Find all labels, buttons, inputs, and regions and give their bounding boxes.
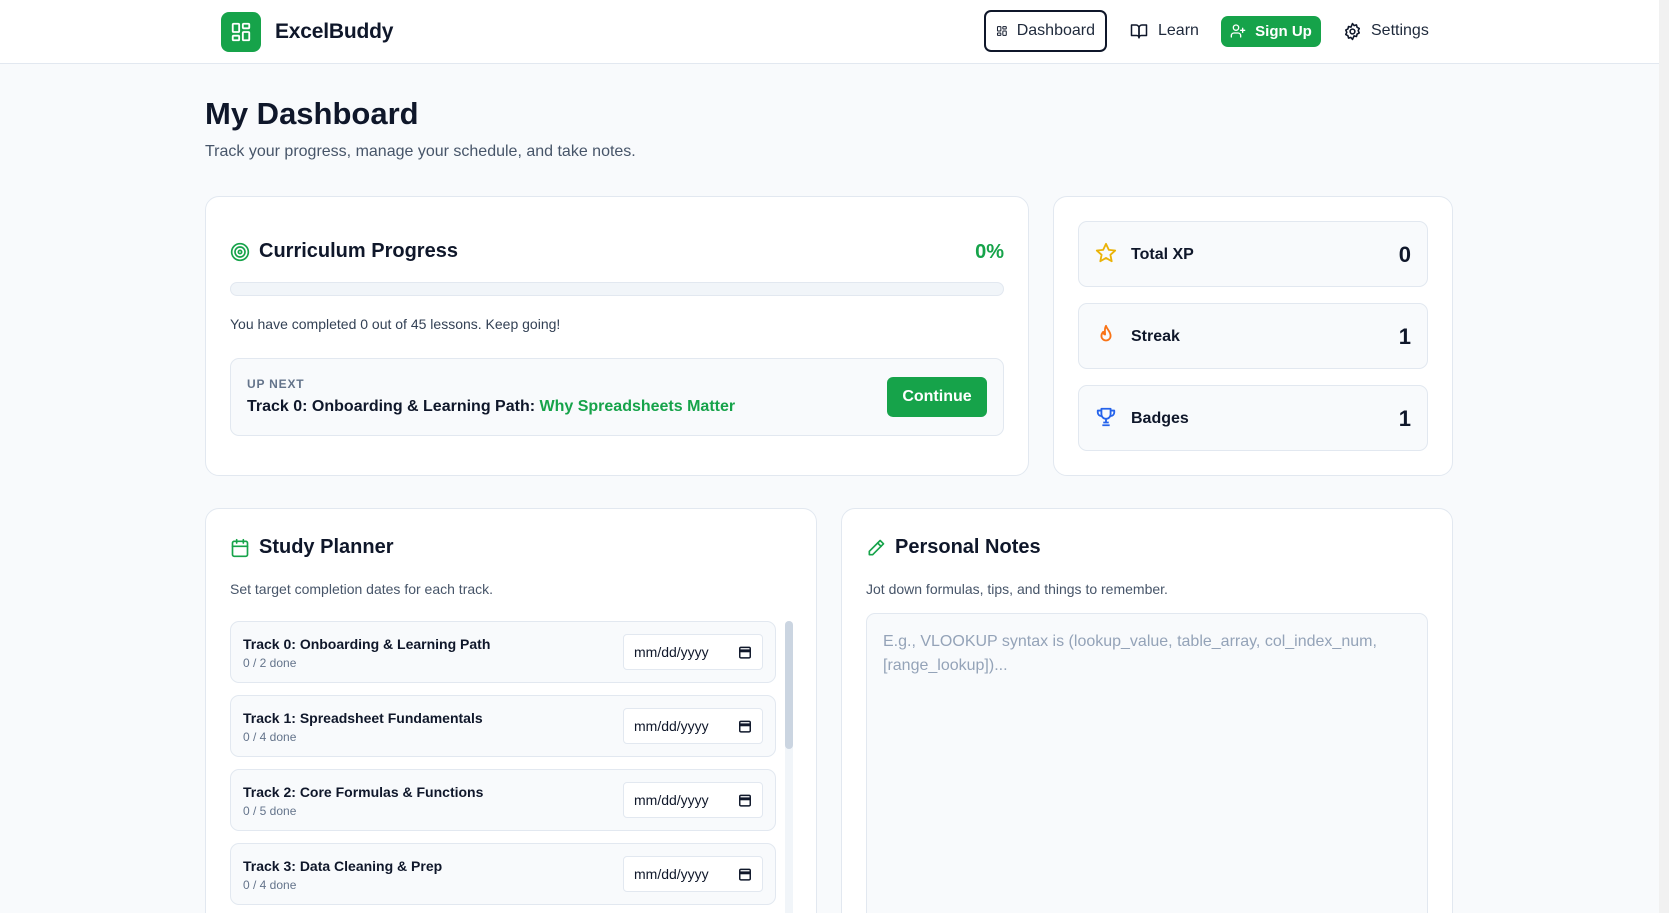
stats-card: Total XP 0 Streak 1 Badges 1 bbox=[1053, 196, 1453, 476]
stat-label: Streak bbox=[1131, 328, 1180, 345]
date-placeholder: mm/dd/yyyy bbox=[634, 792, 709, 808]
main-nav: Dashboard Learn Sign Up Settings bbox=[984, 10, 1439, 52]
stat-value: 1 bbox=[1398, 406, 1411, 431]
trophy-icon bbox=[1096, 407, 1116, 427]
up-next-lesson: Track 0: Onboarding & Learning Path: Why… bbox=[247, 398, 735, 416]
up-next-label: UP NEXT bbox=[247, 377, 305, 391]
curriculum-progress-card: Curriculum Progress 0% You have complete… bbox=[205, 196, 1029, 476]
progress-summary: You have completed 0 out of 45 lessons. … bbox=[230, 316, 561, 332]
nav-dashboard[interactable]: Dashboard bbox=[984, 10, 1107, 52]
date-placeholder: mm/dd/yyyy bbox=[634, 866, 709, 882]
track-done-count: 0 / 4 done bbox=[243, 878, 297, 892]
pencil-icon bbox=[868, 539, 885, 555]
calendar-icon[interactable] bbox=[738, 719, 752, 733]
notes-placeholder: E.g., VLOOKUP syntax is (lookup_value, t… bbox=[883, 633, 1377, 674]
flame-icon bbox=[1100, 324, 1112, 342]
up-next-lesson-title[interactable]: Why Spreadsheets Matter bbox=[540, 398, 736, 415]
track-done-count: 0 / 5 done bbox=[243, 804, 297, 818]
scrollbar-thumb[interactable] bbox=[785, 621, 793, 749]
track-done-count: 0 / 4 done bbox=[243, 730, 297, 744]
progress-bar bbox=[230, 282, 1004, 296]
progress-title-text: Curriculum Progress bbox=[259, 240, 458, 262]
gear-icon bbox=[1344, 22, 1361, 40]
target-date-input[interactable]: mm/dd/yyyy bbox=[623, 782, 763, 818]
up-next-panel: UP NEXT Track 0: Onboarding & Learning P… bbox=[230, 358, 1004, 436]
stat-label: Total XP bbox=[1131, 246, 1194, 263]
top-navbar: ExcelBuddy Dashboard Learn Sign Up Setti… bbox=[0, 0, 1669, 64]
continue-button[interactable]: Continue bbox=[887, 377, 987, 417]
track-name: Track 2: Core Formulas & Functions bbox=[243, 784, 484, 800]
target-date-input[interactable]: mm/dd/yyyy bbox=[623, 856, 763, 892]
track-row: Track 2: Core Formulas & Functions 0 / 5… bbox=[230, 769, 776, 831]
up-next-track: Track 0: Onboarding & Learning Path: bbox=[247, 398, 536, 415]
curriculum-progress-title: Curriculum Progress bbox=[230, 240, 458, 263]
signup-button[interactable]: Sign Up bbox=[1221, 15, 1321, 47]
brand[interactable]: ExcelBuddy bbox=[221, 12, 393, 52]
layout-grid-icon bbox=[221, 12, 261, 52]
track-row: Track 3: Data Cleaning & Prep 0 / 4 done… bbox=[230, 843, 776, 905]
calendar-icon bbox=[231, 538, 249, 557]
study-planner-description: Set target completion dates for each tra… bbox=[230, 581, 494, 597]
page-title: My Dashboard bbox=[205, 96, 419, 131]
stat-total-xp: Total XP 0 bbox=[1078, 221, 1428, 287]
personal-notes-title-text: Personal Notes bbox=[895, 536, 1041, 558]
user-plus-icon bbox=[1230, 24, 1246, 38]
target-icon bbox=[230, 242, 250, 261]
page-scrollbar[interactable] bbox=[1659, 0, 1669, 913]
layout-dashboard-icon bbox=[996, 26, 1007, 36]
calendar-icon[interactable] bbox=[738, 793, 752, 807]
book-open-icon bbox=[1130, 24, 1148, 39]
star-icon bbox=[1095, 242, 1117, 263]
track-name: Track 3: Data Cleaning & Prep bbox=[243, 858, 443, 874]
track-row: Track 0: Onboarding & Learning Path 0 / … bbox=[230, 621, 776, 683]
study-planner-title: Study Planner bbox=[230, 536, 393, 559]
stat-label: Badges bbox=[1131, 410, 1189, 427]
stat-value: 1 bbox=[1398, 324, 1411, 349]
study-planner-title-text: Study Planner bbox=[259, 536, 394, 558]
track-name: Track 1: Spreadsheet Fundamentals bbox=[243, 710, 483, 726]
nav-settings[interactable]: Settings bbox=[1333, 10, 1439, 52]
stat-value: 0 bbox=[1398, 242, 1411, 267]
nav-settings-label: Settings bbox=[1371, 22, 1429, 39]
stat-streak: Streak 1 bbox=[1078, 303, 1428, 369]
study-planner-card: Study Planner Set target completion date… bbox=[205, 508, 817, 913]
brand-name: ExcelBuddy bbox=[275, 20, 394, 43]
date-placeholder: mm/dd/yyyy bbox=[634, 644, 709, 660]
notes-textarea[interactable]: E.g., VLOOKUP syntax is (lookup_value, t… bbox=[866, 613, 1428, 913]
track-done-count: 0 / 2 done bbox=[243, 656, 297, 670]
personal-notes-description: Jot down formulas, tips, and things to r… bbox=[866, 581, 1168, 597]
page-subtitle: Track your progress, manage your schedul… bbox=[205, 143, 636, 160]
personal-notes-title: Personal Notes bbox=[866, 536, 1041, 559]
personal-notes-card: Personal Notes Jot down formulas, tips, … bbox=[841, 508, 1453, 913]
calendar-icon[interactable] bbox=[738, 867, 752, 881]
track-row: Track 1: Spreadsheet Fundamentals 0 / 4 … bbox=[230, 695, 776, 757]
calendar-icon[interactable] bbox=[738, 645, 752, 659]
date-placeholder: mm/dd/yyyy bbox=[634, 718, 709, 734]
progress-percent: 0% bbox=[975, 241, 1004, 263]
signup-label: Sign Up bbox=[1255, 22, 1312, 40]
stat-badges: Badges 1 bbox=[1078, 385, 1428, 451]
nav-learn-label: Learn bbox=[1158, 22, 1199, 39]
track-list-scrollbar[interactable] bbox=[785, 621, 793, 913]
nav-dashboard-label: Dashboard bbox=[1016, 22, 1095, 39]
track-name: Track 0: Onboarding & Learning Path bbox=[243, 636, 491, 652]
nav-learn[interactable]: Learn bbox=[1119, 10, 1209, 52]
target-date-input[interactable]: mm/dd/yyyy bbox=[623, 634, 763, 670]
target-date-input[interactable]: mm/dd/yyyy bbox=[623, 708, 763, 744]
